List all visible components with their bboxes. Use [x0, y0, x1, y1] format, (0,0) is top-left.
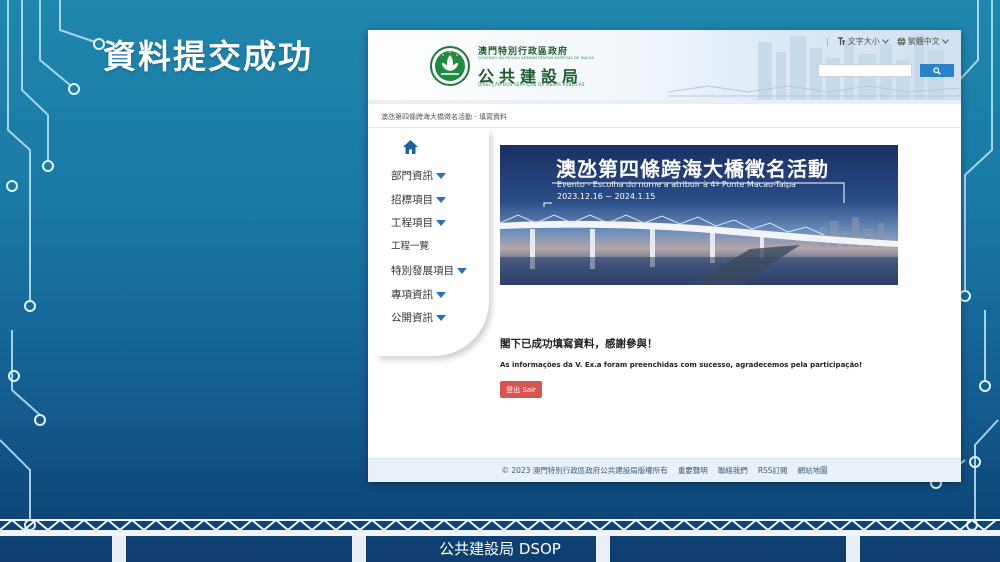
caret-down-icon [457, 267, 467, 274]
sidebar-item-works-list[interactable]: 工程一覽 [391, 238, 429, 252]
tools-divider: | [826, 37, 829, 46]
slide-title: 資料提交成功 [103, 37, 313, 76]
sidebar-item-public-info[interactable]: 公開資訊 [391, 310, 446, 325]
sidebar-item-department-info[interactable]: 部門資訊 [391, 168, 446, 183]
footer-link-disclaimer[interactable]: 重要聲明 [678, 465, 708, 476]
chevron-down-icon [881, 39, 889, 44]
success-message-pt: As informações da V. Ex.a foram preenchi… [500, 361, 863, 369]
nav-label: 公開資訊 [391, 312, 433, 324]
caret-down-icon [436, 291, 446, 298]
search-icon [933, 66, 941, 75]
nav-label: 特別發展項目 [391, 265, 454, 277]
font-size-menu[interactable]: 文字大小 [837, 36, 889, 47]
nav-label: 專項資訊 [391, 289, 433, 301]
top-tools: | 文字大小 繁體中文 [826, 36, 949, 47]
footer-link-sitemap[interactable]: 網站地圖 [798, 465, 828, 476]
caret-down-icon [436, 172, 446, 179]
sidebar-item-thematic-info[interactable]: 專項資訊 [391, 287, 446, 302]
nav-label: 部門資訊 [391, 170, 433, 182]
nav-label: 招標項目 [391, 194, 433, 206]
search-button[interactable] [920, 64, 954, 77]
slide-caption: 公共建設局 DSOP [439, 540, 561, 558]
text-size-icon [837, 37, 845, 45]
nav-label: 工程項目 [391, 217, 433, 229]
caret-down-icon [436, 196, 446, 203]
sidebar-item-tenders[interactable]: 招標項目 [391, 192, 446, 207]
nav-label: 工程一覽 [391, 241, 430, 252]
chevron-down-icon [941, 39, 949, 44]
event-banner: 澳氹第四條跨海大橋徵名活動 Evento - Escolha do nome a… [500, 145, 898, 285]
footer-link-rss[interactable]: RSS訂閱 [758, 465, 788, 476]
success-message-zh: 閣下已成功填寫資料，感謝參與！ [500, 338, 658, 350]
government-name-pt: GOVERNO DA REGIÃO ADMINISTRATIVA ESPECIA… [478, 56, 595, 60]
banner-title: 澳氹第四條跨海大橋徵名活動 [556, 157, 829, 181]
banner-dates: 2023.12.16 ~ 2024.1.15 [557, 192, 656, 201]
copyright-text: © 2023 澳門特別行政區政府公共建設局版權所有 [501, 466, 668, 475]
caret-down-icon [436, 314, 446, 321]
logout-button[interactable]: 登出 Sair [500, 381, 542, 398]
banner-subtitle: Evento - Escolha do nome a atribuir à 4ª… [557, 180, 796, 189]
globe-icon [897, 37, 906, 46]
site-header: 澳門特別行政區政府 GOVERNO DA REGIÃO ADMINISTRATI… [368, 30, 961, 104]
site-footer: © 2023 澳門特別行政區政府公共建設局版權所有 重要聲明 聯絡我們 RSS訂… [368, 458, 961, 482]
language-label: 繁體中文 [907, 37, 940, 46]
breadcrumb-bar: 澳氹第四條跨海大橋徵名活動 - 填寫資料 [368, 104, 961, 128]
department-name-pt: DIRECÇÃO DOS SERVIÇOS DE OBRAS PÚBLICAS [478, 82, 585, 87]
browser-window: 澳門特別行政區政府 GOVERNO DA REGIÃO ADMINISTRATI… [368, 30, 961, 482]
breadcrumb: 澳氹第四條跨海大橋徵名活動 - 填寫資料 [381, 113, 507, 121]
search-input[interactable] [818, 64, 912, 77]
caret-down-icon [436, 219, 446, 226]
sidebar-item-works[interactable]: 工程項目 [391, 215, 446, 230]
footer-link-contact[interactable]: 聯絡我們 [718, 465, 748, 476]
sidebar-item-special-projects[interactable]: 特別發展項目 [391, 263, 467, 278]
sidebar-nav: 部門資訊 招標項目 工程項目 工程一覽 特別發展項目 專項資訊 公開資訊 [376, 130, 489, 356]
home-icon[interactable] [402, 139, 419, 155]
font-size-label: 文字大小 [847, 37, 880, 46]
dsop-logo-icon [430, 46, 470, 86]
language-menu[interactable]: 繁體中文 [897, 36, 949, 47]
